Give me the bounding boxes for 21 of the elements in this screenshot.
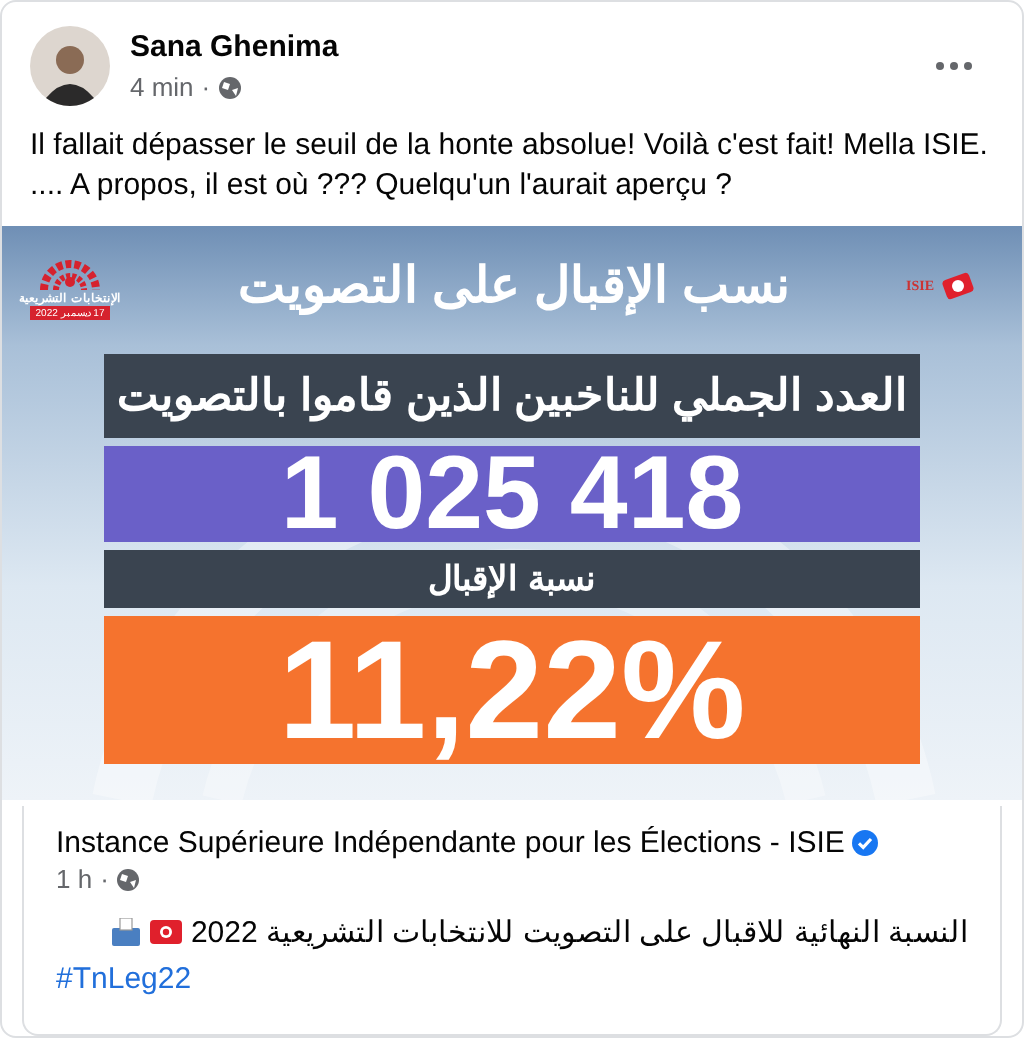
shared-post-text: النسبة النهائية للاقبال على التصويت للانتخابات التشريعية 2022 xyxy=(190,914,968,950)
post-time[interactable]: 1 h xyxy=(56,864,93,894)
separator-dot: · xyxy=(201,72,211,102)
hashtag-link[interactable]: #TnLeg22 xyxy=(56,962,192,996)
more-icon[interactable] xyxy=(934,60,974,72)
globe-icon xyxy=(218,75,243,99)
ballot-box-icon xyxy=(110,918,143,946)
separator-dot: · xyxy=(100,864,109,894)
avatar[interactable] xyxy=(30,26,110,106)
stat-value: 11,22% xyxy=(104,616,920,764)
author-name[interactable]: Sana Ghenima xyxy=(130,30,914,64)
post-text: Il fallait dépasser le seuil de la honte absolue! Voilà c'est fait! Mella ISIE. .... A propos, il est où ??? Quelqu'un l'aurait aperçu ? xyxy=(28,126,990,206)
flag-icon xyxy=(150,920,183,944)
stat-label: نسبة الإقبال xyxy=(104,550,920,608)
page-name[interactable]: Instance Supérieure Indépendante pour les Élections - ISIE xyxy=(56,826,845,860)
flag-icon xyxy=(942,270,975,302)
stat-value: 1 025 418 xyxy=(104,446,920,542)
globe-icon xyxy=(116,867,141,891)
stat-label: العدد الجملي للناخبين الذين قاموا بالتصويت xyxy=(104,354,920,438)
infographic-title: نسب الإقبال على التصويت xyxy=(238,256,790,316)
post-time[interactable]: 4 min xyxy=(130,72,194,102)
